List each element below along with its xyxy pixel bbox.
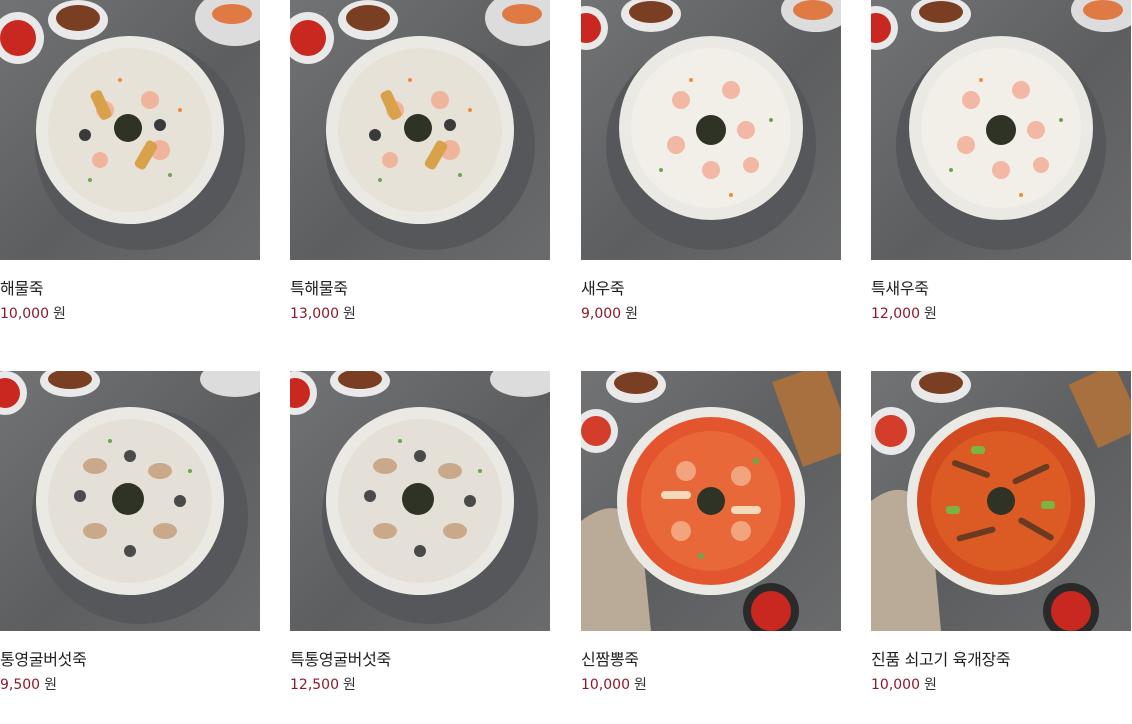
price-currency: 원 [343,306,356,322]
shrimp-porridge-image[interactable] [581,0,841,260]
product-name[interactable]: 특새우죽 [871,275,929,299]
product-price: 10,000 원 [871,674,937,694]
product-name[interactable]: 진품 쇠고기 육개장죽 [871,646,1011,670]
price-amount: 10,000 [0,306,49,322]
product-price: 9,500 원 [0,674,57,694]
product-price: 10,000 원 [0,303,66,323]
product-card-seafood-porridge[interactable]: 해물죽 10,000 원 [0,0,260,322]
price-amount: 12,500 [290,677,339,693]
product-price: 10,000 원 [581,674,647,694]
product-name[interactable]: 신짬뽕죽 [581,646,639,670]
product-card-shrimp-porridge[interactable]: 새우죽 9,000 원 [581,0,841,322]
product-name[interactable]: 특통영굴버섯죽 [290,646,391,670]
product-card-beef-yukgaejang-porridge[interactable]: 진품 쇠고기 육개장죽 10,000 원 [871,371,1131,693]
product-card-special-seafood-porridge[interactable]: 특해물죽 13,000 원 [290,0,550,322]
price-currency: 원 [44,677,57,693]
price-amount: 10,000 [871,677,920,693]
product-name[interactable]: 특해물죽 [290,275,348,299]
price-currency: 원 [343,677,356,693]
price-currency: 원 [625,306,638,322]
special-oyster-mushroom-porridge-image[interactable] [290,371,550,631]
product-card-oyster-mushroom-porridge[interactable]: 통영굴버섯죽 9,500 원 [0,371,260,693]
beef-yukgaejang-porridge-image[interactable] [871,371,1131,631]
price-amount: 12,000 [871,306,920,322]
seafood-porridge-image[interactable] [0,0,260,260]
price-amount: 10,000 [581,677,630,693]
product-grid: 해물죽 10,000 원 특해물죽 13,000 원 새우죽 9,000 원 특… [0,0,1132,724]
product-card-special-shrimp-porridge[interactable]: 특새우죽 12,000 원 [871,0,1131,322]
product-price: 9,000 원 [581,303,638,323]
price-currency: 원 [53,306,66,322]
price-amount: 9,000 [581,306,622,322]
product-price: 12,000 원 [871,303,937,323]
product-card-spicy-jjamppong-porridge[interactable]: 신짬뽕죽 10,000 원 [581,371,841,693]
price-currency: 원 [924,677,937,693]
product-name[interactable]: 통영굴버섯죽 [0,646,87,670]
price-amount: 9,500 [0,677,41,693]
price-amount: 13,000 [290,306,339,322]
special-shrimp-porridge-image[interactable] [871,0,1131,260]
price-currency: 원 [924,306,937,322]
special-seafood-porridge-image[interactable] [290,0,550,260]
product-price: 12,500 원 [290,674,356,694]
price-currency: 원 [634,677,647,693]
spicy-jjamppong-porridge-image[interactable] [581,371,841,631]
product-price: 13,000 원 [290,303,356,323]
product-name[interactable]: 해물죽 [0,275,44,299]
product-card-special-oyster-mushroom-porridge[interactable]: 특통영굴버섯죽 12,500 원 [290,371,550,693]
product-name[interactable]: 새우죽 [581,275,625,299]
oyster-mushroom-porridge-image[interactable] [0,371,260,631]
